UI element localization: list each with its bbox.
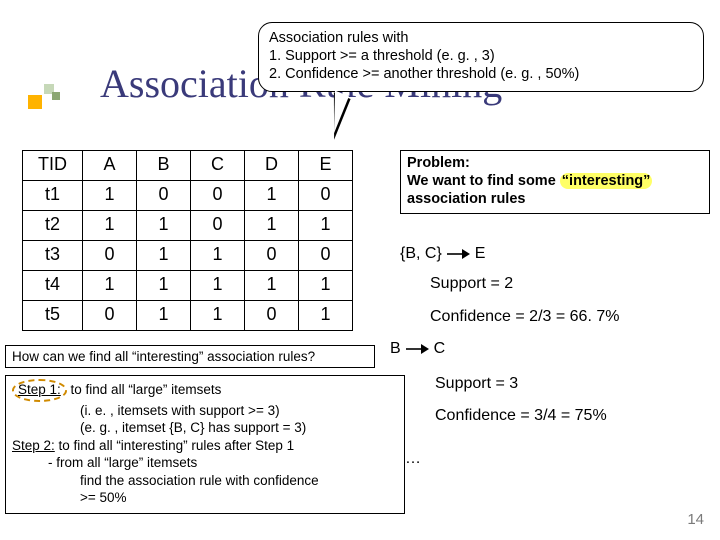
transaction-table: TID A B C D E t110010 t211011 t301100 t4… bbox=[22, 150, 353, 331]
step-2-sub2: find the association rule with confidenc… bbox=[12, 472, 398, 490]
arrow-right-icon bbox=[405, 342, 429, 356]
problem-box: Problem: We want to find some “interesti… bbox=[400, 150, 710, 214]
cell: 0 bbox=[83, 301, 137, 331]
cell: 0 bbox=[245, 301, 299, 331]
th-e: E bbox=[299, 151, 353, 181]
table-row: t211011 bbox=[23, 211, 353, 241]
cell: 1 bbox=[245, 181, 299, 211]
cell: 0 bbox=[83, 241, 137, 271]
cell: 1 bbox=[191, 271, 245, 301]
step-2-line: Step 2: to find all “interesting” rules … bbox=[12, 437, 398, 455]
page-number: 14 bbox=[687, 511, 704, 528]
highlight-interesting: “interesting” bbox=[560, 173, 653, 189]
step-1-sub1: (i. e. , itemsets with support >= 3) bbox=[12, 402, 398, 420]
step-1-line: Step 1: to find all “large” itemsets bbox=[12, 379, 398, 402]
cell: 0 bbox=[191, 211, 245, 241]
table-row: t411111 bbox=[23, 271, 353, 301]
example-1-confidence: Confidence = 2/3 = 66. 7% bbox=[430, 308, 619, 326]
problem-l3: association rules bbox=[407, 190, 703, 208]
problem-l2a: We want to find some bbox=[407, 173, 560, 189]
cell: 1 bbox=[191, 301, 245, 331]
cell: 1 bbox=[83, 181, 137, 211]
th-b: B bbox=[137, 151, 191, 181]
step-1-circle: Step 1: bbox=[12, 379, 67, 402]
th-a: A bbox=[83, 151, 137, 181]
how-question-box: How can we find all “interesting” associ… bbox=[5, 345, 375, 368]
cell: 1 bbox=[245, 211, 299, 241]
example-1-support: Support = 2 bbox=[430, 275, 513, 293]
steps-box: Step 1: to find all “large” itemsets (i.… bbox=[5, 375, 405, 514]
cell: 1 bbox=[299, 211, 353, 241]
cell: 1 bbox=[83, 271, 137, 301]
ex1-lhs: {B, C} bbox=[400, 245, 442, 262]
cell: 1 bbox=[137, 211, 191, 241]
th-d: D bbox=[245, 151, 299, 181]
cell: 0 bbox=[299, 181, 353, 211]
callout-line-2: 1. Support >= a threshold (e. g. , 3) bbox=[269, 47, 693, 65]
callout-line-1: Association rules with bbox=[269, 29, 693, 47]
cell: 1 bbox=[137, 271, 191, 301]
problem-l1: Problem: bbox=[407, 154, 703, 172]
cell: 0 bbox=[299, 241, 353, 271]
step-2-sub1: - from all “large” itemsets bbox=[12, 454, 398, 472]
cell: 1 bbox=[83, 211, 137, 241]
ellipsis: … bbox=[405, 450, 421, 468]
example-1-rule: {B, C} E bbox=[400, 245, 485, 263]
cell: t3 bbox=[23, 241, 83, 271]
cell: t2 bbox=[23, 211, 83, 241]
problem-l2: We want to find some “interesting” bbox=[407, 172, 703, 190]
step-2-text: to find all “interesting” rules after St… bbox=[55, 438, 294, 453]
step-1-label: Step 1: bbox=[18, 382, 61, 397]
ex2-lhs: B bbox=[390, 340, 401, 357]
table-row: t501101 bbox=[23, 301, 353, 331]
step-1-sub2: (e. g. , itemset {B, C} has support = 3) bbox=[12, 419, 398, 437]
cell: 1 bbox=[137, 301, 191, 331]
deco-square-1 bbox=[28, 95, 42, 109]
th-tid: TID bbox=[23, 151, 83, 181]
cell: 0 bbox=[137, 181, 191, 211]
cell: 1 bbox=[299, 271, 353, 301]
step-2-sub3: >= 50% bbox=[12, 489, 398, 507]
table-row: t110010 bbox=[23, 181, 353, 211]
cell: t1 bbox=[23, 181, 83, 211]
callout-line-3: 2. Confidence >= another threshold (e. g… bbox=[269, 65, 693, 83]
cell: 1 bbox=[191, 241, 245, 271]
deco-square-3 bbox=[52, 92, 60, 100]
callout-box: Association rules with 1. Support >= a t… bbox=[258, 22, 704, 92]
example-2-support: Support = 3 bbox=[435, 375, 518, 393]
th-c: C bbox=[191, 151, 245, 181]
example-2-confidence: Confidence = 3/4 = 75% bbox=[435, 407, 607, 425]
table-header-row: TID A B C D E bbox=[23, 151, 353, 181]
example-2-rule: B C bbox=[390, 340, 445, 358]
table-row: t301100 bbox=[23, 241, 353, 271]
cell: t4 bbox=[23, 271, 83, 301]
cell: 0 bbox=[245, 241, 299, 271]
cell: 1 bbox=[137, 241, 191, 271]
cell: 0 bbox=[191, 181, 245, 211]
cell: 1 bbox=[299, 301, 353, 331]
arrow-right-icon bbox=[446, 247, 470, 261]
step-2-label: Step 2: bbox=[12, 438, 55, 453]
cell: t5 bbox=[23, 301, 83, 331]
ex1-rhs: E bbox=[475, 245, 486, 262]
ex2-rhs: C bbox=[434, 340, 446, 357]
cell: 1 bbox=[245, 271, 299, 301]
step-1-text: to find all “large” itemsets bbox=[67, 382, 222, 397]
